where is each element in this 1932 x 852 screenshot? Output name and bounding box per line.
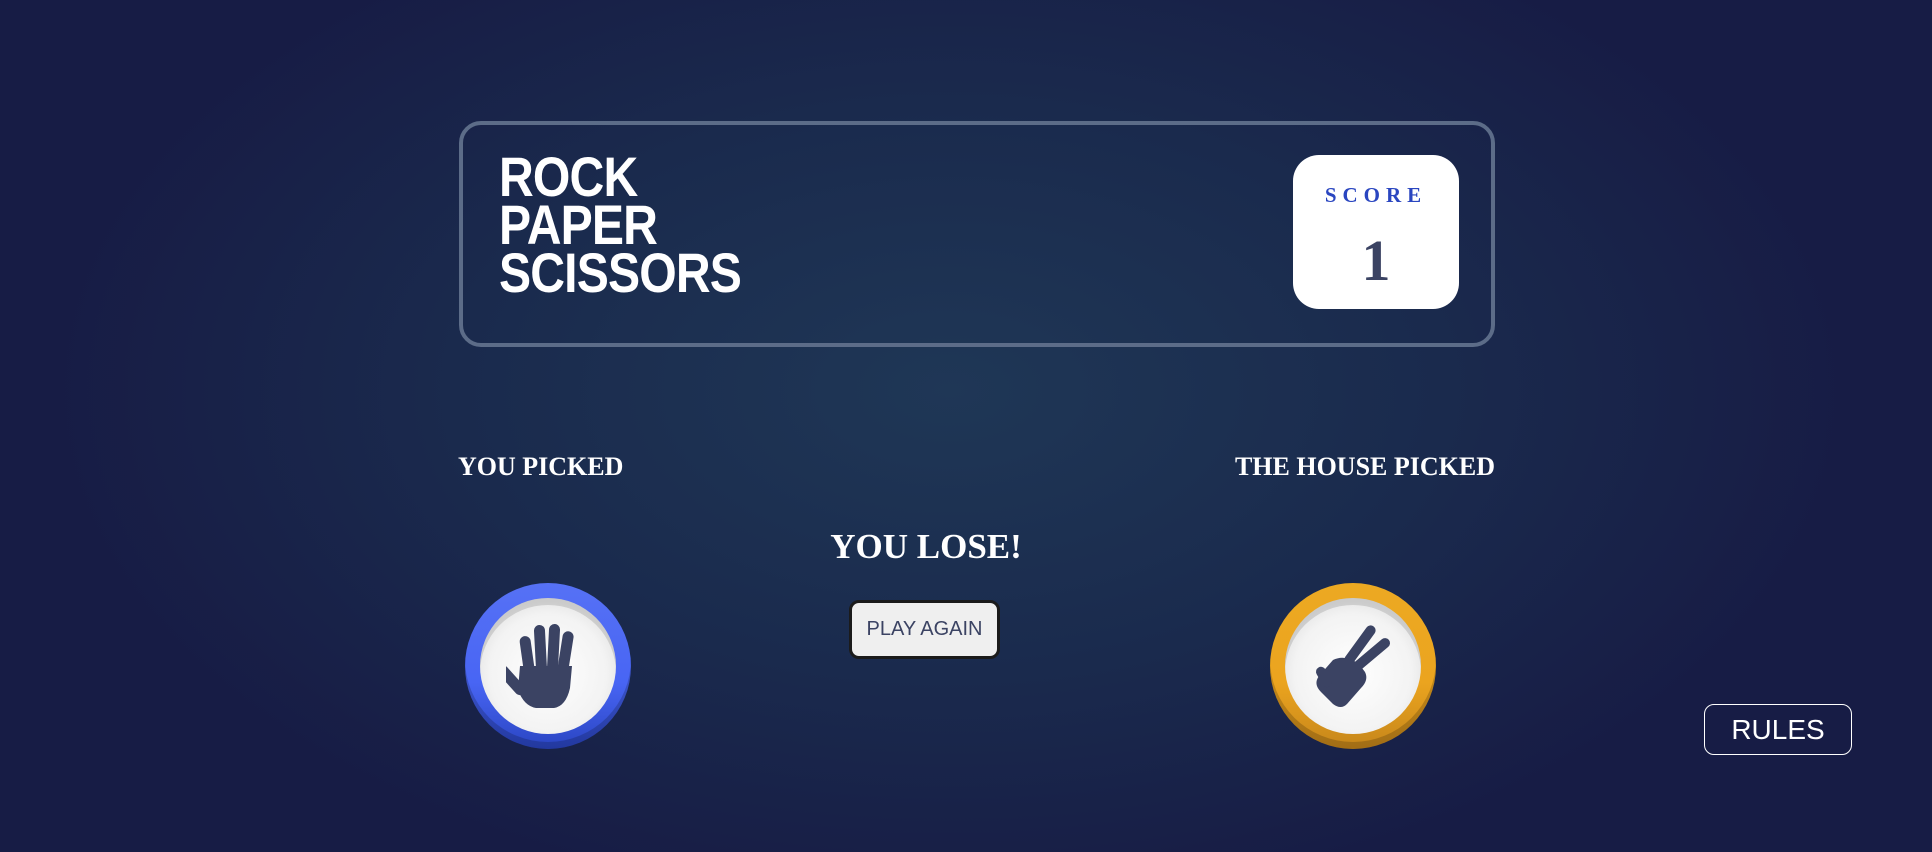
house-choice-scissors-token <box>1270 583 1436 749</box>
house-picked-label: THE HOUSE PICKED <box>1234 452 1495 481</box>
score-value: 1 <box>1361 228 1391 293</box>
game-header: ROCK PAPER SCISSORS SCORE 1 <box>459 121 1495 347</box>
rules-button[interactable]: RULES <box>1704 704 1852 755</box>
paper-hand-icon <box>506 624 574 708</box>
player-choice-paper-token <box>465 583 631 749</box>
result-text: YOU LOSE! <box>830 527 1022 566</box>
scissors-hand-icon <box>1316 625 1391 707</box>
paper-token-face <box>480 598 616 734</box>
score-box: SCORE 1 <box>1293 155 1459 309</box>
score-label: SCORE <box>1324 183 1428 207</box>
scissors-token-face <box>1285 598 1421 734</box>
play-again-button[interactable]: PLAY AGAIN <box>849 600 1000 659</box>
game-title: ROCK PAPER SCISSORS <box>499 149 742 304</box>
title-line-scissors: SCISSORS <box>499 241 742 304</box>
you-picked-label: YOU PICKED <box>458 452 624 481</box>
